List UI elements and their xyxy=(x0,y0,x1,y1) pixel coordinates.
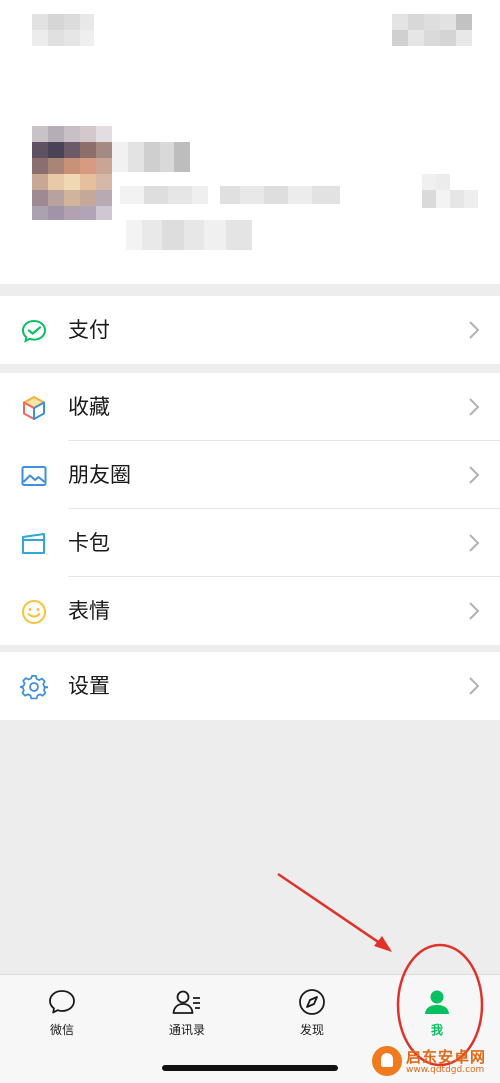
tab-chats[interactable]: 微信 xyxy=(17,987,107,1047)
pay-label: 支付 xyxy=(68,318,110,342)
tab-me[interactable]: 我 xyxy=(392,987,482,1047)
tab-chats-label: 微信 xyxy=(49,1023,74,1037)
watermark-logo: 启东安卓网 www.qdtdgd.com xyxy=(368,1040,500,1083)
menu-item-favorites[interactable]: 收藏 xyxy=(0,373,500,441)
chevron-right-icon xyxy=(469,534,480,552)
watermark-url: www.qdtdgd.com xyxy=(406,1065,485,1075)
chevron-right-icon xyxy=(469,466,480,484)
menu-group-pay: 支付 xyxy=(0,296,500,364)
chat-bubble-icon xyxy=(49,990,75,1014)
blurred-top-left xyxy=(32,14,94,46)
tab-discover-label: 发现 xyxy=(299,1023,324,1037)
moments-picture-icon xyxy=(21,466,47,486)
person-icon xyxy=(425,990,449,1014)
menu-item-settings[interactable]: 设置 xyxy=(0,652,500,720)
chevron-right-icon xyxy=(469,602,480,620)
tab-contacts-label: 通讯录 xyxy=(168,1023,205,1037)
chevron-right-icon xyxy=(469,398,480,416)
tab-me-label: 我 xyxy=(430,1023,443,1037)
menu-item-cards[interactable]: 卡包 xyxy=(0,509,500,577)
stickers-label: 表情 xyxy=(68,599,110,623)
pay-icon xyxy=(21,319,47,343)
wechat-id-blurred xyxy=(120,186,340,204)
menu-item-stickers[interactable]: 表情 xyxy=(0,577,500,645)
annotation-arrowhead xyxy=(374,936,392,952)
settings-label: 设置 xyxy=(68,674,110,698)
avatar[interactable] xyxy=(32,126,112,220)
card-wallet-icon xyxy=(22,533,45,554)
blurred-top-right xyxy=(392,14,472,46)
tab-contacts[interactable]: 通讯录 xyxy=(142,987,232,1047)
menu-item-moments[interactable]: 朋友圈 xyxy=(0,441,500,509)
menu-group-settings: 设置 xyxy=(0,652,500,720)
watermark-badge-icon xyxy=(372,1046,402,1076)
favorites-cube-icon xyxy=(23,396,45,420)
nickname-blurred xyxy=(112,142,190,172)
chevron-right-icon xyxy=(469,321,480,339)
menu-group-main: 收藏 朋友圈 卡包 表情 xyxy=(0,373,500,645)
menu-item-pay[interactable]: 支付 xyxy=(0,296,500,364)
compass-icon xyxy=(299,989,325,1015)
cards-label: 卡包 xyxy=(68,531,110,555)
tab-discover[interactable]: 发现 xyxy=(267,987,357,1047)
home-indicator[interactable] xyxy=(162,1065,338,1071)
watermark-name: 启东安卓网 xyxy=(406,1048,487,1066)
profile-header[interactable] xyxy=(0,0,500,284)
smiley-icon xyxy=(22,600,46,624)
qr-code-blurred[interactable] xyxy=(422,174,478,208)
favorites-label: 收藏 xyxy=(68,395,110,419)
annotation-arrow xyxy=(277,872,391,952)
status-blurred xyxy=(126,220,252,250)
moments-label: 朋友圈 xyxy=(68,463,131,487)
chevron-right-icon xyxy=(469,677,480,695)
gear-icon xyxy=(20,675,48,700)
contacts-icon xyxy=(172,990,200,1014)
